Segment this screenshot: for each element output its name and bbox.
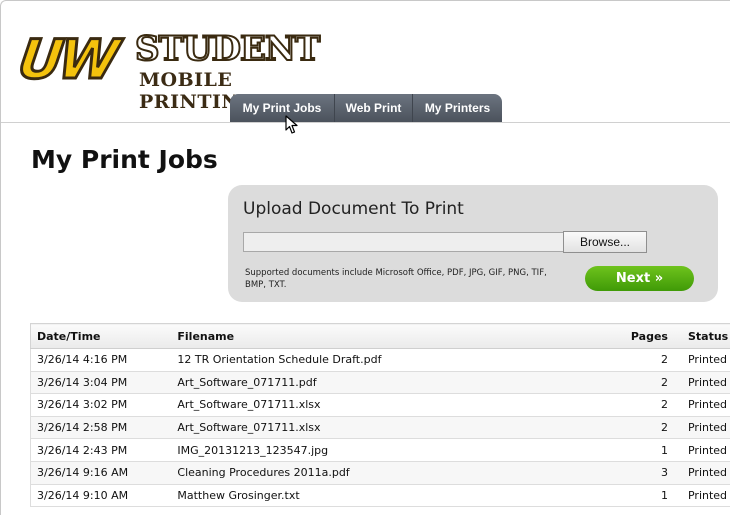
cell-datetime: 3/26/14 2:43 PM: [30, 438, 172, 462]
upload-title: Upload Document To Print: [243, 199, 464, 219]
cell-pages: 2: [620, 348, 679, 372]
print-jobs-table: Date/Time Filename Pages Status 3/26/14 …: [30, 323, 730, 508]
cell-status: Printed: [678, 484, 730, 508]
table-row[interactable]: 3/26/14 9:16 AM Cleaning Procedures 2011…: [30, 461, 730, 485]
logo-student-text: STUDENT: [134, 29, 321, 69]
cell-status: Printed: [678, 461, 730, 485]
next-button[interactable]: Next »: [585, 266, 694, 291]
table-header-row: Date/Time Filename Pages Status: [30, 323, 730, 349]
cell-datetime: 3/26/14 9:10 AM: [30, 484, 172, 508]
header-divider: [1, 122, 730, 123]
cell-pages: 2: [620, 393, 679, 417]
logo-uw-text: UW: [13, 27, 120, 93]
cell-status: Printed: [678, 416, 730, 440]
cell-datetime: 3/26/14 4:16 PM: [30, 348, 172, 372]
table-row[interactable]: 3/26/14 3:04 PM Art_Software_071711.pdf …: [30, 371, 730, 395]
cell-pages: 1: [620, 484, 679, 508]
column-header-status[interactable]: Status: [678, 323, 730, 349]
table-row[interactable]: 3/26/14 2:58 PM Art_Software_071711.xlsx…: [30, 416, 730, 440]
uw-student-mobile-printing-logo[interactable]: UW STUDENT MOBILE PRINTING: [13, 27, 349, 114]
supported-documents-text: Supported documents include Microsoft Of…: [245, 268, 547, 290]
cell-filename: Matthew Grosinger.txt: [171, 484, 620, 508]
cell-status: Printed: [678, 393, 730, 417]
cell-filename: Art_Software_071711.pdf: [171, 371, 620, 395]
main-nav: My Print Jobs Web Print My Printers: [230, 94, 502, 122]
cell-status: Printed: [678, 348, 730, 372]
upload-panel: Upload Document To Print Browse... Suppo…: [228, 185, 718, 302]
column-header-pages[interactable]: Pages: [620, 323, 679, 349]
cell-status: Printed: [678, 438, 730, 462]
browse-button[interactable]: Browse...: [563, 231, 647, 253]
cell-status: Printed: [678, 371, 730, 395]
cell-datetime: 3/26/14 3:02 PM: [30, 393, 172, 417]
table-row[interactable]: 3/26/14 9:10 AM Matthew Grosinger.txt 1 …: [30, 484, 730, 508]
cell-pages: 2: [620, 371, 679, 395]
column-header-datetime[interactable]: Date/Time: [30, 323, 172, 349]
page-title: My Print Jobs: [31, 145, 218, 174]
cell-filename: Cleaning Procedures 2011a.pdf: [171, 461, 620, 485]
tab-my-printers[interactable]: My Printers: [413, 94, 502, 122]
cell-pages: 1: [620, 438, 679, 462]
cell-datetime: 3/26/14 9:16 AM: [30, 461, 172, 485]
mouse-pointer-icon: [285, 115, 298, 134]
table-row[interactable]: 3/26/14 3:02 PM Art_Software_071711.xlsx…: [30, 393, 730, 417]
cell-filename: Art_Software_071711.xlsx: [171, 416, 620, 440]
cell-filename: 12 TR Orientation Schedule Draft.pdf: [171, 348, 620, 372]
column-header-filename[interactable]: Filename: [171, 323, 620, 349]
cell-filename: IMG_20131213_123547.jpg: [171, 438, 620, 462]
tab-my-print-jobs[interactable]: My Print Jobs: [230, 94, 335, 122]
cell-pages: 3: [620, 461, 679, 485]
tab-web-print[interactable]: Web Print: [335, 94, 413, 122]
cell-filename: Art_Software_071711.xlsx: [171, 393, 620, 417]
cell-datetime: 3/26/14 2:58 PM: [30, 416, 172, 440]
file-path-input[interactable]: [243, 232, 564, 252]
cell-pages: 2: [620, 416, 679, 440]
table-row[interactable]: 3/26/14 4:16 PM 12 TR Orientation Schedu…: [30, 348, 730, 372]
cell-datetime: 3/26/14 3:04 PM: [30, 371, 172, 395]
table-row[interactable]: 3/26/14 2:43 PM IMG_20131213_123547.jpg …: [30, 438, 730, 462]
browser-window: UW STUDENT MOBILE PRINTING My Print Jobs…: [0, 0, 730, 515]
